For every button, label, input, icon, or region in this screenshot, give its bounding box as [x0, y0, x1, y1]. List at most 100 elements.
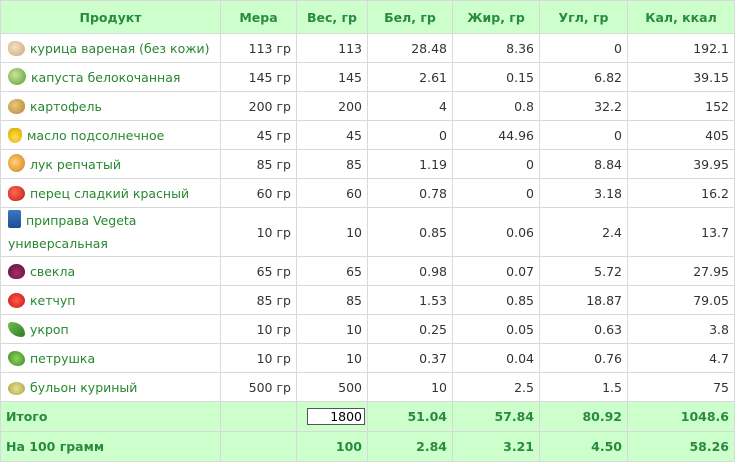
calories-cell: 27.95	[627, 256, 735, 286]
carbs-cell: 18.87	[539, 285, 628, 315]
header-calories[interactable]: Кал, ккал	[627, 0, 735, 34]
table-row: масло подсолнечное 45 гр 45 0 44.96 0 405	[0, 120, 735, 150]
product-name[interactable]: перец сладкий красный	[30, 186, 189, 201]
weight-cell: 10	[296, 314, 368, 344]
weight-cell: 10	[296, 207, 368, 257]
total-row: Итого 51.04 57.84 80.92 1048.6	[0, 401, 735, 432]
measure-cell: 60 гр	[220, 178, 297, 208]
header-weight[interactable]: Вес, гр	[296, 0, 368, 34]
per100-carbs: 4.50	[539, 431, 628, 462]
product-cell: перец сладкий красный	[0, 178, 221, 208]
table-row: курица вареная (без кожи) 113 гр 113 28.48 8…	[0, 33, 735, 63]
total-measure	[220, 401, 297, 432]
weight-cell: 500	[296, 372, 368, 402]
calories-cell: 4.7	[627, 343, 735, 373]
header-fat[interactable]: Жир, гр	[452, 0, 540, 34]
total-protein: 51.04	[367, 401, 453, 432]
total-carbs: 80.92	[539, 401, 628, 432]
product-cell: свекла	[0, 256, 221, 286]
table-row: картофель 200 гр 200 4 0.8 32.2 152	[0, 91, 735, 121]
measure-cell: 65 гр	[220, 256, 297, 286]
protein-cell: 1.53	[367, 285, 453, 315]
nutrition-table: Продукт Мера Вес, гр Бел, гр Жир, гр Угл…	[0, 0, 735, 462]
calories-cell: 39.95	[627, 149, 735, 179]
product-cell: капуста белокочанная	[0, 62, 221, 92]
total-weight-input[interactable]	[307, 408, 365, 425]
weight-cell: 145	[296, 62, 368, 92]
total-fat: 57.84	[452, 401, 540, 432]
measure-cell: 10 гр	[220, 343, 297, 373]
protein-cell: 4	[367, 91, 453, 121]
protein-cell: 0.98	[367, 256, 453, 286]
product-cell: лук репчатый	[0, 149, 221, 179]
per100-measure	[220, 431, 297, 462]
header-measure[interactable]: Мера	[220, 0, 297, 34]
protein-cell: 0	[367, 120, 453, 150]
measure-cell: 85 гр	[220, 285, 297, 315]
calories-cell: 3.8	[627, 314, 735, 344]
cabbage-icon	[8, 67, 26, 85]
broth-icon	[8, 381, 25, 395]
header-protein[interactable]: Бел, гр	[367, 0, 453, 34]
carbs-cell: 5.72	[539, 256, 628, 286]
protein-cell: 10	[367, 372, 453, 402]
product-name[interactable]: лук репчатый	[30, 157, 121, 172]
protein-cell: 0.37	[367, 343, 453, 373]
table-row: петрушка 10 гр 10 0.37 0.04 0.76 4.7	[0, 343, 735, 373]
product-name[interactable]: картофель	[30, 99, 102, 114]
product-name[interactable]: масло подсолнечное	[27, 128, 164, 143]
product-name[interactable]: свекла	[30, 264, 75, 279]
product-cell: масло подсолнечное	[0, 120, 221, 150]
parsley-icon	[8, 350, 25, 366]
calories-cell: 39.15	[627, 62, 735, 92]
protein-cell: 0.85	[367, 207, 453, 257]
product-name[interactable]: укроп	[30, 322, 69, 337]
fat-cell: 0.05	[452, 314, 540, 344]
table-row: кетчуп 85 гр 85 1.53 0.85 18.87 79.05	[0, 285, 735, 315]
product-name[interactable]: кетчуп	[30, 293, 75, 308]
header-carbs[interactable]: Угл, гр	[539, 0, 628, 34]
measure-cell: 85 гр	[220, 149, 297, 179]
calories-cell: 13.7	[627, 207, 735, 257]
product-cell: приправа Vegeta универсальная	[0, 207, 221, 257]
protein-cell: 1.19	[367, 149, 453, 179]
table-row: перец сладкий красный 60 гр 60 0.78 0 3.18 16.…	[0, 178, 735, 208]
fat-cell: 2.5	[452, 372, 540, 402]
measure-cell: 500 гр	[220, 372, 297, 402]
fat-cell: 0.15	[452, 62, 540, 92]
measure-cell: 45 гр	[220, 120, 297, 150]
carbs-cell: 0.63	[539, 314, 628, 344]
onion-icon	[8, 153, 25, 172]
protein-cell: 0.78	[367, 178, 453, 208]
product-name[interactable]: курица вареная (без кожи)	[30, 41, 209, 56]
pepper-icon	[8, 185, 25, 201]
ketchup-icon	[8, 292, 25, 308]
oil-icon	[8, 127, 22, 143]
measure-cell: 10 гр	[220, 314, 297, 344]
fat-cell: 44.96	[452, 120, 540, 150]
weight-cell: 85	[296, 285, 368, 315]
total-label: Итого	[0, 401, 221, 432]
fat-cell: 0.07	[452, 256, 540, 286]
product-name[interactable]: приправа Vegeta универсальная	[8, 213, 136, 251]
product-name[interactable]: капуста белокочанная	[31, 70, 180, 85]
header-product[interactable]: Продукт	[0, 0, 221, 34]
carbs-cell: 1.5	[539, 372, 628, 402]
weight-cell: 45	[296, 120, 368, 150]
table-row: капуста белокочанная 145 гр 145 2.61 0.15 6.8…	[0, 62, 735, 92]
carbs-cell: 0	[539, 120, 628, 150]
chicken-icon	[8, 40, 25, 56]
product-name[interactable]: бульон куриный	[30, 380, 137, 395]
table-row: укроп 10 гр 10 0.25 0.05 0.63 3.8	[0, 314, 735, 344]
product-name[interactable]: петрушка	[30, 351, 95, 366]
calories-cell: 16.2	[627, 178, 735, 208]
calories-cell: 152	[627, 91, 735, 121]
potato-icon	[8, 98, 25, 114]
carbs-cell: 0	[539, 33, 628, 63]
fat-cell: 0.8	[452, 91, 540, 121]
per100-label: На 100 грамм	[0, 431, 221, 462]
measure-cell: 113 гр	[220, 33, 297, 63]
weight-cell: 65	[296, 256, 368, 286]
measure-cell: 200 гр	[220, 91, 297, 121]
header-row: Продукт Мера Вес, гр Бел, гр Жир, гр Угл…	[0, 0, 735, 34]
